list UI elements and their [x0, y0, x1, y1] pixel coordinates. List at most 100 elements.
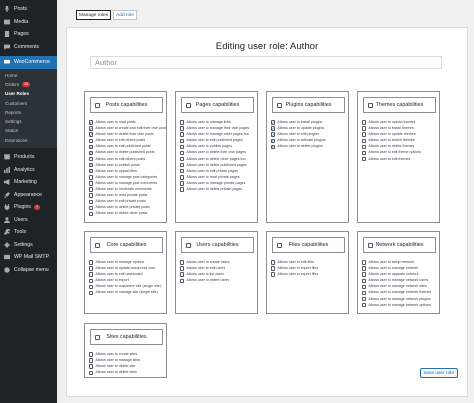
sidebar-item-tools[interactable]: Tools	[0, 226, 57, 239]
sidebar-item-woocommerce[interactable]: WooCommerce	[0, 56, 57, 69]
capability-checkbox[interactable]	[89, 358, 94, 363]
capability-checkbox[interactable]	[89, 370, 94, 375]
submenu-item-settings[interactable]: Settings	[0, 117, 57, 126]
capability-checkbox[interactable]	[180, 181, 185, 186]
sidebar-item-marketing[interactable]: Marketing	[0, 176, 57, 189]
capability-group-header[interactable]: Pages capabilities	[181, 97, 254, 113]
capability-checkbox[interactable]	[362, 150, 367, 156]
capability-row[interactable]: Allows user to delete other posts	[89, 211, 166, 217]
capability-checkbox[interactable]	[180, 278, 185, 283]
capability-checkbox[interactable]	[180, 260, 185, 265]
capability-checkbox[interactable]	[180, 138, 185, 143]
capability-row[interactable]: Allows user to edit themes	[362, 157, 439, 163]
capability-checkbox[interactable]	[89, 150, 94, 156]
capability-checkbox[interactable]	[89, 120, 94, 125]
capability-group-header[interactable]: Users capabilities	[181, 237, 254, 253]
manage-roles-button[interactable]: Manage roles	[76, 10, 112, 20]
capability-checkbox[interactable]	[89, 290, 94, 296]
sidebar-item-comments[interactable]: Comments	[0, 41, 57, 54]
sidebar-item-users[interactable]: Users	[0, 213, 57, 226]
capability-checkbox[interactable]	[89, 175, 94, 180]
sidebar-item-products[interactable]: Products	[0, 151, 57, 164]
submenu-item-orders[interactable]: Orders 10	[0, 80, 57, 89]
capability-group-header[interactable]: Files capabilities	[272, 237, 345, 253]
capability-group-header[interactable]: Plugins capabilities	[272, 97, 345, 113]
capability-group-header[interactable]: Posts capabilities	[90, 97, 163, 113]
role-name-input[interactable]: Author	[90, 56, 442, 69]
capability-checkbox[interactable]	[180, 156, 185, 162]
capability-checkbox[interactable]	[89, 260, 94, 265]
capability-checkbox[interactable]	[271, 272, 276, 277]
capability-checkbox[interactable]	[89, 284, 94, 290]
capability-checkbox[interactable]	[271, 126, 276, 131]
capability-row[interactable]: Allows user to delete plugins	[271, 144, 348, 150]
select-all-checkbox[interactable]	[95, 334, 100, 340]
select-all-checkbox[interactable]	[186, 242, 191, 248]
capability-row[interactable]: Allows user to delete sites	[89, 370, 166, 376]
sidebar-item-collapse-menu[interactable]: Collapse menu	[0, 263, 57, 276]
sidebar-item-media[interactable]: Media	[0, 16, 57, 29]
submenu-item-home[interactable]: Home	[0, 71, 57, 80]
capability-checkbox[interactable]	[362, 156, 367, 162]
select-all-checkbox[interactable]	[95, 102, 100, 108]
select-all-checkbox[interactable]	[186, 102, 191, 108]
capability-checkbox[interactable]	[362, 260, 367, 265]
capability-checkbox[interactable]	[180, 120, 185, 125]
capability-checkbox[interactable]	[271, 144, 276, 150]
capability-checkbox[interactable]	[180, 132, 185, 137]
capability-row[interactable]: Allows user to delete private pages	[180, 187, 257, 193]
submenu-item-reports[interactable]: Reports	[0, 108, 57, 117]
capability-checkbox[interactable]	[89, 211, 94, 217]
capability-checkbox[interactable]	[89, 144, 94, 150]
sidebar-item-plugins[interactable]: Plugins 7	[0, 201, 57, 214]
capability-group-header[interactable]: Core capabilities	[90, 237, 163, 253]
sidebar-item-wp-mail-smtp[interactable]: WP Mail SMTP	[0, 251, 57, 264]
capability-checkbox[interactable]	[271, 132, 276, 137]
capability-group-header[interactable]: Sites capabilities	[90, 329, 163, 345]
capability-checkbox[interactable]	[89, 352, 94, 357]
capability-checkbox[interactable]	[89, 266, 94, 271]
capability-checkbox[interactable]	[180, 175, 185, 180]
submenu-item-status[interactable]: Status	[0, 126, 57, 135]
sidebar-item-analytics[interactable]: Analytics	[0, 163, 57, 176]
capability-checkbox[interactable]	[89, 169, 94, 174]
sidebar-item-pages[interactable]: Pages	[0, 28, 57, 41]
capability-checkbox[interactable]	[89, 132, 94, 137]
capability-checkbox[interactable]	[89, 272, 94, 277]
submenu-item-extensions[interactable]: Extensions	[0, 136, 57, 145]
capability-checkbox[interactable]	[362, 132, 367, 137]
capability-checkbox[interactable]	[271, 260, 276, 265]
capability-checkbox[interactable]	[362, 266, 367, 271]
capability-checkbox[interactable]	[180, 126, 185, 131]
capability-group-header[interactable]: Network capabilities	[363, 237, 436, 253]
capability-row[interactable]: Allows user to manage site (single site)	[89, 290, 166, 296]
capability-checkbox[interactable]	[271, 120, 276, 125]
capability-checkbox[interactable]	[362, 120, 367, 125]
capability-checkbox[interactable]	[271, 138, 276, 143]
capability-checkbox[interactable]	[362, 290, 367, 296]
capability-checkbox[interactable]	[180, 150, 185, 156]
select-all-checkbox[interactable]	[368, 102, 373, 108]
sidebar-item-appearance[interactable]: Appearance	[0, 188, 57, 201]
capability-checkbox[interactable]	[180, 266, 185, 271]
add-role-button[interactable]: Add role	[113, 10, 137, 20]
capability-checkbox[interactable]	[180, 272, 185, 277]
select-all-checkbox[interactable]	[368, 242, 373, 248]
capability-checkbox[interactable]	[89, 364, 94, 369]
capability-checkbox[interactable]	[89, 181, 94, 186]
capability-checkbox[interactable]	[271, 266, 276, 271]
save-role-button[interactable]: save user role	[419, 368, 458, 378]
sidebar-item-posts[interactable]: Posts	[0, 3, 57, 16]
capability-checkbox[interactable]	[89, 278, 94, 283]
capability-checkbox[interactable]	[89, 205, 94, 210]
capability-checkbox[interactable]	[362, 278, 367, 283]
capability-checkbox[interactable]	[89, 126, 94, 131]
capability-checkbox[interactable]	[362, 284, 367, 290]
capability-checkbox[interactable]	[362, 126, 367, 131]
capability-checkbox[interactable]	[89, 193, 94, 198]
capability-row[interactable]: Allows user to export files	[271, 272, 348, 278]
capability-row[interactable]: Allows user to manage network options	[362, 303, 439, 309]
capability-checkbox[interactable]	[180, 169, 185, 174]
capability-checkbox[interactable]	[180, 162, 185, 168]
capability-checkbox[interactable]	[89, 156, 94, 162]
